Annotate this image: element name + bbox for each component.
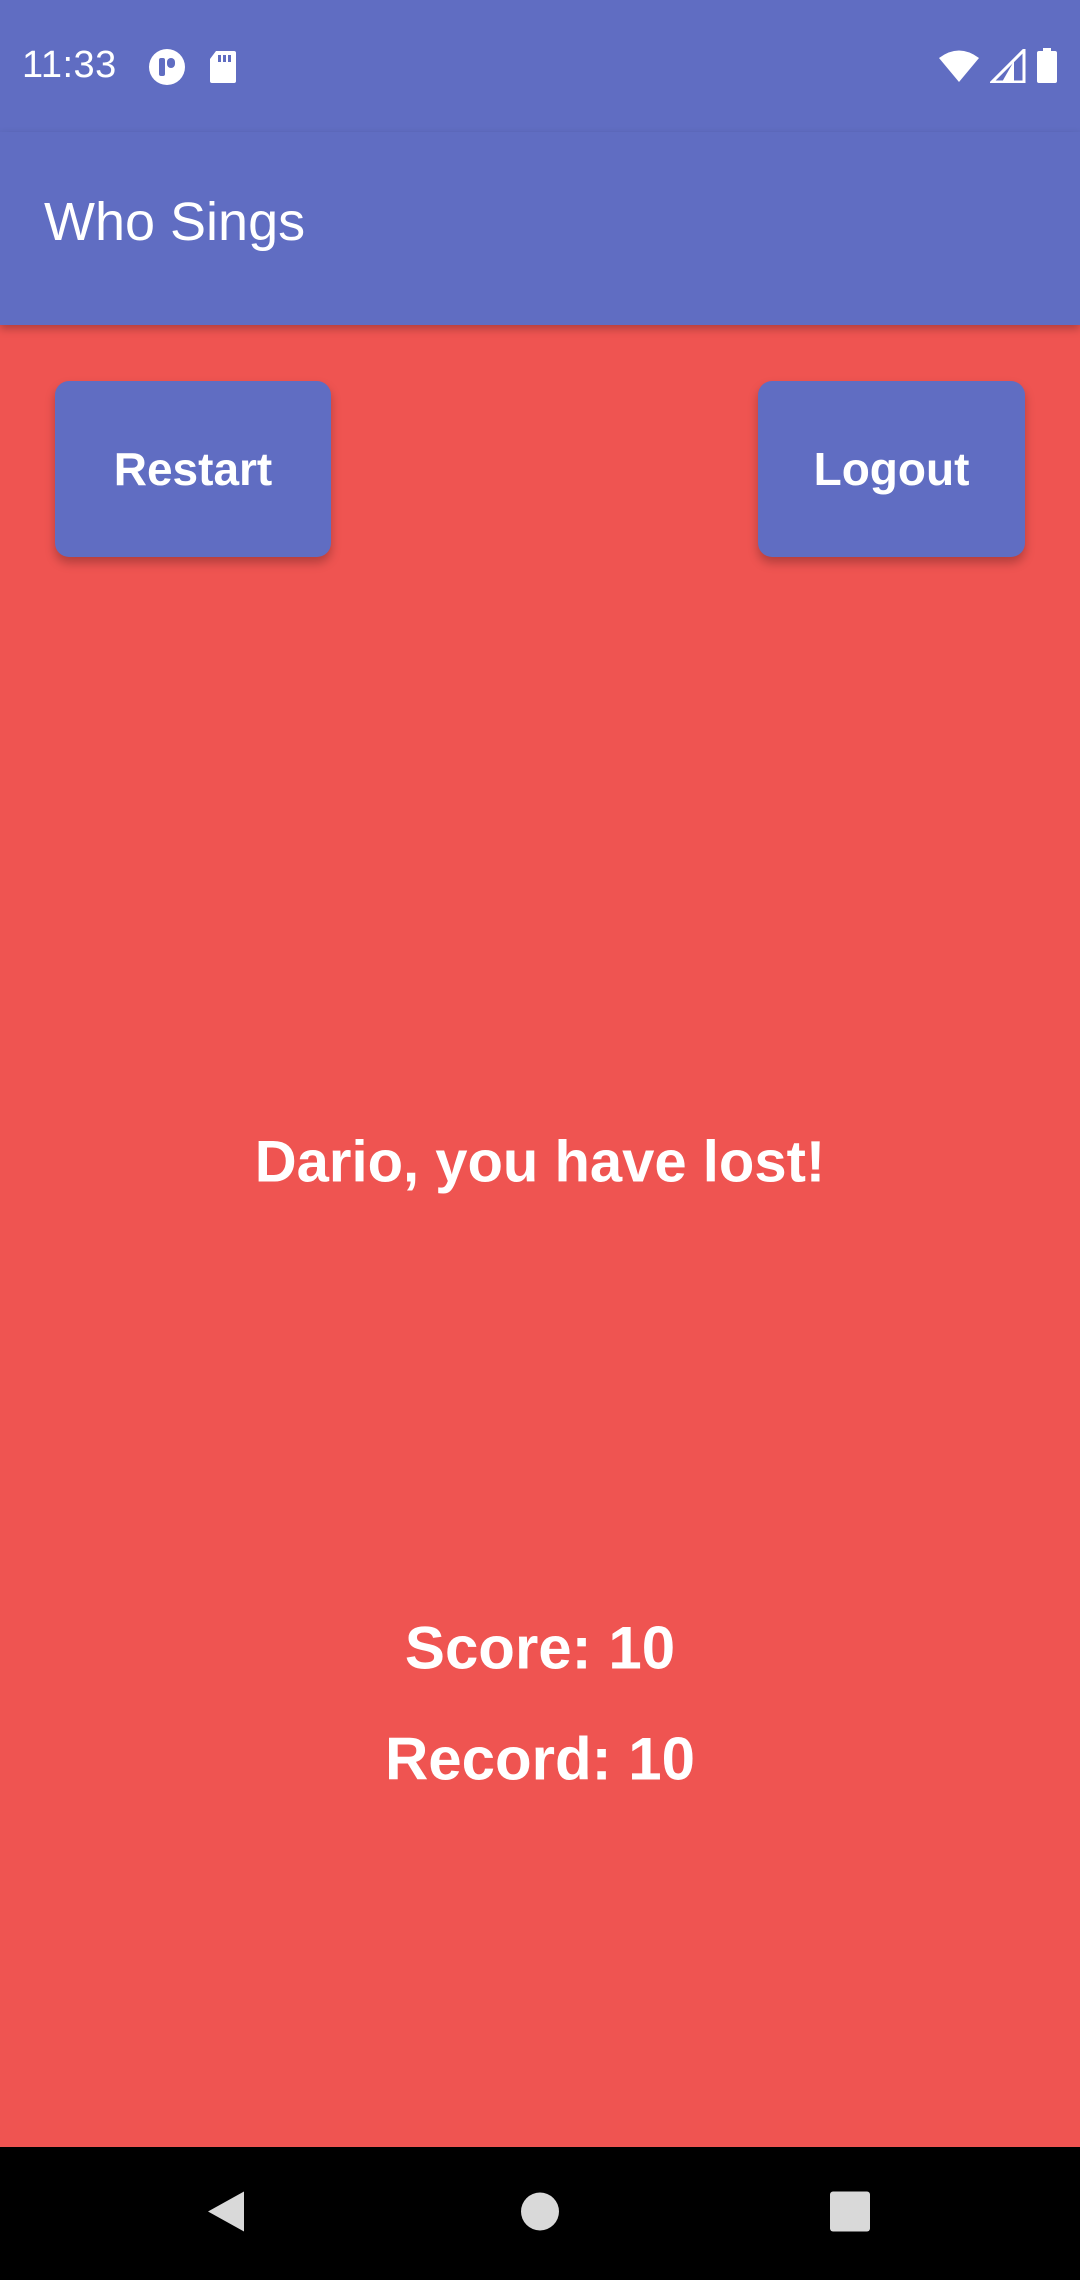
recents-icon[interactable] [829, 2190, 871, 2237]
sd-card-icon [208, 49, 238, 90]
logout-button[interactable]: Logout [758, 381, 1025, 557]
game-result-screen: Restart Logout Dario, you have lost! Sco… [0, 325, 1080, 2147]
status-bar: 11:33 [0, 0, 1080, 132]
wifi-icon [938, 49, 980, 88]
restart-button[interactable]: Restart [55, 381, 331, 557]
navigation-bar [0, 2147, 1080, 2280]
app-bar: Who Sings [0, 132, 1080, 325]
status-right-icons [938, 46, 1058, 89]
status-left-icons [148, 48, 238, 91]
status-time: 11:33 [22, 44, 117, 86]
record-text: Record: 10 [384, 1725, 696, 1793]
cell-signal-icon [988, 46, 1026, 88]
battery-icon [1036, 48, 1058, 89]
app-title: Who Sings [44, 192, 306, 252]
back-icon[interactable] [204, 2187, 248, 2240]
result-message: Dario, you have lost! [254, 1129, 826, 1195]
circle-badge-icon [148, 48, 186, 91]
home-icon[interactable] [519, 2190, 561, 2237]
score-text: Score: 10 [404, 1614, 676, 1682]
